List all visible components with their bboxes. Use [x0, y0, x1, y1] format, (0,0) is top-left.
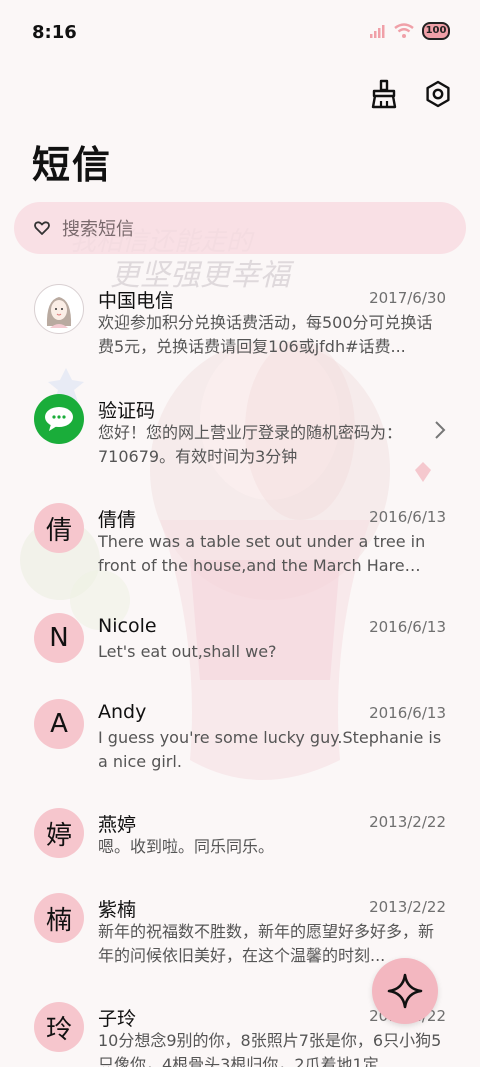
new-message-button[interactable]: [372, 958, 438, 1024]
avatar-initial: 婷: [45, 820, 72, 851]
search-bar[interactable]: 搜索短信: [14, 202, 466, 254]
avatar: 楠: [34, 893, 84, 943]
message-snippet: Let's eat out,shall we?: [98, 642, 277, 661]
avatar: N: [34, 613, 84, 663]
avatar: [34, 394, 84, 444]
message-date: 2016/6/13: [369, 704, 446, 722]
contact-name: Nicole: [98, 615, 157, 637]
contact-name: 中国电信: [98, 290, 175, 312]
message-date: 2016/6/13: [369, 508, 446, 526]
message-snippet: 嗯。收到啦。同乐同乐。: [98, 837, 275, 856]
top-actions: [368, 78, 454, 110]
avatar: A: [34, 699, 84, 749]
avatar-initial: A: [50, 709, 68, 739]
signal-icon: [370, 25, 385, 38]
settings-icon: [426, 80, 450, 108]
avatar-portrait-icon: [36, 286, 82, 332]
avatar: 婷: [34, 808, 84, 858]
search-placeholder: 搜索短信: [62, 219, 134, 240]
message-date: 2016/6/13: [369, 618, 446, 636]
contact-name: 子玲: [98, 1008, 137, 1030]
contact-name: 燕婷: [98, 814, 137, 836]
message-date: 2013/2/22: [369, 898, 446, 916]
sparkle-icon: [387, 973, 423, 1009]
message-snippet: There was a table set out under a tree i…: [98, 532, 426, 575]
avatar-initial: N: [49, 623, 69, 653]
message-snippet: 10分想念9别的你，8张照片7张是你，6只小狗5只像你，4根骨头3根归你，2爪着…: [98, 1031, 442, 1067]
message-snippet: I guess you're some lucky guy.Stephanie …: [98, 728, 442, 771]
message-snippet: 您好！您的网上营业厅登录的随机密码为：710679。有效时间为3分钟: [98, 423, 403, 466]
wifi-icon: [394, 23, 414, 38]
message-date: 2013/2/22: [369, 813, 446, 831]
message-icon: [45, 407, 73, 431]
settings-button[interactable]: [422, 78, 454, 110]
contact-name: 紫楠: [98, 899, 137, 921]
contact-name: 倩倩: [98, 509, 137, 531]
avatar-initial: 倩: [45, 515, 72, 546]
status-bar: 8:16 100: [0, 0, 480, 68]
avatar: [34, 284, 84, 334]
contact-name: Andy: [98, 701, 147, 723]
avatar: 玲: [34, 1002, 84, 1052]
status-time: 8:16: [32, 22, 77, 43]
status-icons: 100: [370, 22, 450, 40]
heart-icon: [34, 221, 50, 235]
clean-button[interactable]: [368, 78, 400, 110]
chevron-right-icon: [435, 421, 446, 439]
avatar-initial: 玲: [45, 1014, 72, 1045]
avatar: 倩: [34, 503, 84, 553]
broom-icon: [371, 79, 397, 109]
message-date: 2017/6/30: [369, 289, 446, 307]
contact-name: 验证码: [98, 400, 156, 422]
avatar-initial: 楠: [45, 905, 72, 936]
page-title: 短信: [32, 143, 113, 187]
message-snippet: 欢迎参加积分兑换话费活动，每500分可兑换话费5元，兑换话费请回复106或jfd…: [98, 313, 433, 356]
battery-indicator: 100: [422, 22, 450, 40]
